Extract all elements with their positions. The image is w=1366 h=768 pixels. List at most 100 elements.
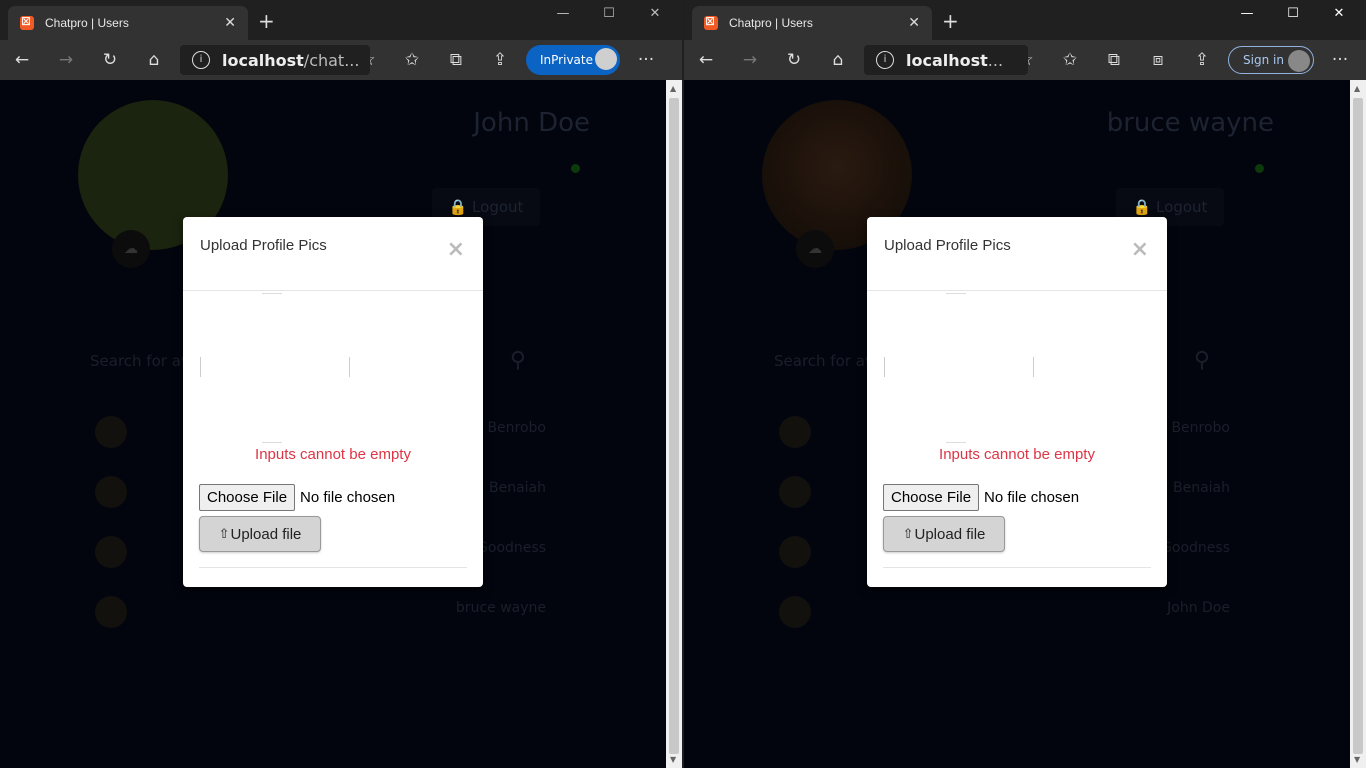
search-icon[interactable]: ⚲ (510, 348, 526, 373)
error-message: Inputs cannot be empty (255, 446, 411, 463)
divider (867, 290, 1167, 291)
close-window-icon[interactable]: ✕ (1316, 6, 1362, 21)
browser-tab[interactable]: Chatpro | Users ✕ (8, 6, 248, 40)
choose-file-button[interactable]: Choose File (883, 484, 980, 511)
profile-avatar-icon (595, 48, 617, 70)
user-avatar (95, 476, 127, 508)
tab-close-icon[interactable]: ✕ (908, 15, 920, 31)
user-avatar (779, 476, 811, 508)
scrollbar[interactable]: ▲ ▼ (666, 80, 682, 768)
close-icon[interactable]: × (447, 237, 465, 262)
upload-file-button[interactable]: ⇧ Upload file (199, 516, 321, 552)
close-window-icon[interactable]: ✕ (632, 6, 678, 21)
choose-file-button[interactable]: Choose File (199, 484, 296, 511)
cloud-upload-icon: ⇧ (902, 526, 914, 541)
site-info-icon[interactable]: i (876, 51, 894, 69)
new-tab-icon[interactable]: + (258, 9, 275, 33)
address-text: localhost/chat... (222, 50, 360, 70)
upload-label: Upload file (914, 525, 986, 543)
browser-toolbar: ← → ↻ ⌂ i localhost... ☆ ✩ ⧉ ⧈ ⇪ Sign in… (684, 40, 1366, 80)
scroll-down-icon[interactable]: ▼ (1354, 755, 1360, 764)
back-arrow-icon[interactable]: ← (0, 50, 44, 70)
scrollbar[interactable]: ▲ ▼ (1350, 80, 1366, 768)
minimize-icon[interactable]: — (540, 6, 586, 21)
user-name[interactable]: Benrobo (1171, 420, 1230, 436)
home-icon[interactable]: ⌂ (816, 50, 860, 70)
maximize-icon[interactable]: ☐ (1270, 6, 1316, 21)
upload-modal: Upload Profile Pics × Inputs cannot be e… (183, 217, 483, 587)
scroll-down-icon[interactable]: ▼ (670, 755, 676, 764)
browser-tab[interactable]: Chatpro | Users ✕ (692, 6, 932, 40)
user-name[interactable]: Goodness (477, 540, 546, 556)
divider (883, 567, 1151, 568)
collections-icon[interactable]: ⧉ (434, 50, 478, 70)
home-icon[interactable]: ⌂ (132, 50, 176, 70)
favorites-icon[interactable]: ✩ (390, 50, 434, 70)
close-icon[interactable]: × (1131, 237, 1149, 262)
cloud-upload-icon[interactable]: ☁ (112, 230, 150, 268)
file-input[interactable]: Choose File No file chosen (883, 484, 1079, 511)
user-avatar (95, 416, 127, 448)
profile-avatar-icon (1288, 50, 1310, 72)
cloud-upload-icon[interactable]: ☁ (796, 230, 834, 268)
site-info-icon[interactable]: i (192, 51, 210, 69)
search-icon[interactable]: ⚲ (1194, 348, 1210, 373)
user-avatar (779, 596, 811, 628)
user-name[interactable]: Benaiah (489, 480, 546, 496)
logout-label: Logout (472, 198, 524, 216)
image-crop-area[interactable] (200, 293, 350, 443)
more-icon[interactable]: ··· (624, 50, 668, 70)
new-tab-icon[interactable]: + (942, 9, 959, 33)
modal-title: Upload Profile Pics (200, 237, 327, 254)
address-text: localhost... (906, 50, 1004, 70)
favorites-icon[interactable]: ✩ (1048, 50, 1092, 70)
file-input[interactable]: Choose File No file chosen (199, 484, 395, 511)
tab-title: Chatpro | Users (45, 16, 129, 30)
sign-in-label: Sign in (1243, 53, 1284, 67)
forward-arrow-icon[interactable]: → (728, 50, 772, 70)
browser-toolbar: ← → ↻ ⌂ i localhost/chat... ☆ ✩ ⧉ ⇪ InPr… (0, 40, 682, 80)
forward-arrow-icon[interactable]: → (44, 50, 88, 70)
share-icon[interactable]: ⇪ (478, 50, 522, 70)
refresh-icon[interactable]: ↻ (772, 50, 816, 70)
user-name[interactable]: Benaiah (1173, 480, 1230, 496)
user-name[interactable]: Goodness (1161, 540, 1230, 556)
scroll-thumb[interactable] (669, 98, 679, 754)
collections-icon[interactable]: ⧉ (1092, 50, 1136, 70)
scroll-up-icon[interactable]: ▲ (670, 84, 676, 93)
title-bar: Chatpro | Users ✕ + — ☐ ✕ (0, 0, 682, 40)
inprivate-button[interactable]: InPrivate (526, 45, 620, 75)
upload-modal: Upload Profile Pics × Inputs cannot be e… (867, 217, 1167, 587)
more-icon[interactable]: ··· (1318, 50, 1362, 70)
address-bar[interactable]: i localhost... (864, 45, 1028, 75)
modal-title: Upload Profile Pics (884, 237, 1011, 254)
sign-in-button[interactable]: Sign in (1228, 46, 1314, 74)
minimize-icon[interactable]: — (1224, 6, 1270, 21)
profile-name: bruce wayne (1106, 108, 1274, 138)
browser-window-right: Chatpro | Users ✕ + — ☐ ✕ ← → ↻ ⌂ i loca… (684, 0, 1366, 768)
upload-label: Upload file (230, 525, 302, 543)
user-avatar (779, 536, 811, 568)
user-name[interactable]: bruce wayne (456, 600, 546, 616)
file-status: No file chosen (984, 489, 1080, 506)
upload-file-button[interactable]: ⇧ Upload file (883, 516, 1005, 552)
back-arrow-icon[interactable]: ← (684, 50, 728, 70)
extensions-icon[interactable]: ⧈ (1136, 50, 1180, 70)
user-name[interactable]: Benrobo (487, 420, 546, 436)
logout-label: Logout (1156, 198, 1208, 216)
tab-title: Chatpro | Users (729, 16, 813, 30)
user-name[interactable]: John Doe (1167, 600, 1230, 616)
share-icon[interactable]: ⇪ (1180, 50, 1224, 70)
online-status-dot (571, 164, 580, 173)
title-bar: Chatpro | Users ✕ + — ☐ ✕ (684, 0, 1366, 40)
address-bar[interactable]: i localhost/chat... (180, 45, 370, 75)
scroll-thumb[interactable] (1353, 98, 1363, 754)
file-status: No file chosen (300, 489, 396, 506)
tab-close-icon[interactable]: ✕ (224, 15, 236, 31)
divider (199, 567, 467, 568)
refresh-icon[interactable]: ↻ (88, 50, 132, 70)
image-crop-area[interactable] (884, 293, 1034, 443)
scroll-up-icon[interactable]: ▲ (1354, 84, 1360, 93)
browser-window-left: Chatpro | Users ✕ + — ☐ ✕ ← → ↻ ⌂ i loca… (0, 0, 684, 768)
maximize-icon[interactable]: ☐ (586, 6, 632, 21)
